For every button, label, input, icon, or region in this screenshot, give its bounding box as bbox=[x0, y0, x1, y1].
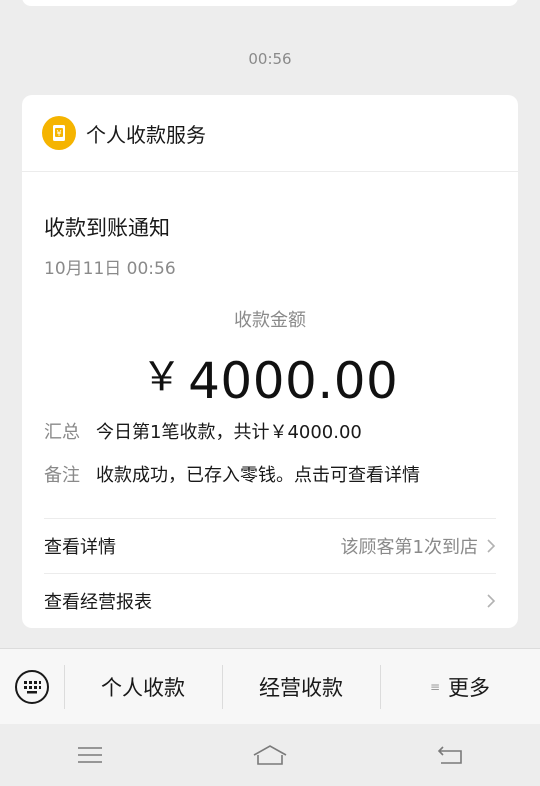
summary-key: 汇总 bbox=[44, 422, 80, 443]
chevron-right-icon bbox=[486, 593, 496, 609]
menu-personal-payment-label: 个人收款 bbox=[101, 676, 185, 700]
wallet-yen-icon: ¥ bbox=[42, 116, 76, 150]
back-icon bbox=[437, 746, 462, 764]
list-icon: ≡ bbox=[429, 680, 441, 694]
menu-personal-payment[interactable]: 个人收款 bbox=[64, 649, 222, 725]
svg-text:¥: ¥ bbox=[56, 129, 61, 138]
note-row: 备注 收款成功，已存入零钱。点击可查看详情 bbox=[44, 461, 420, 487]
note-key: 备注 bbox=[44, 465, 80, 486]
customer-visit-hint: 该顾客第1次到店 bbox=[340, 537, 478, 558]
chevron-right-icon bbox=[486, 538, 496, 554]
system-back-button[interactable] bbox=[420, 735, 480, 775]
currency-symbol: ￥ bbox=[141, 354, 183, 400]
home-icon bbox=[253, 745, 287, 765]
payment-notification-card[interactable]: ¥ 个人收款服务 收款到账通知 10月11日 00:56 收款金额 ￥ 4000.… bbox=[22, 95, 518, 628]
note-value: 收款成功，已存入零钱。点击可查看详情 bbox=[96, 465, 420, 486]
service-name: 个人收款服务 bbox=[86, 122, 206, 147]
system-menu-button[interactable] bbox=[60, 735, 120, 775]
view-report-label: 查看经营报表 bbox=[44, 592, 152, 613]
summary-row: 汇总 今日第1笔收款，共计￥4000.00 bbox=[44, 418, 362, 444]
menu-icon bbox=[78, 747, 102, 763]
amount-number: 4000.00 bbox=[188, 352, 399, 410]
chat-timestamp: 00:56 bbox=[248, 50, 292, 68]
service-menu-bar: 个人收款 经营收款 ≡ 更多 bbox=[0, 648, 540, 725]
card-header[interactable]: ¥ 个人收款服务 bbox=[22, 95, 518, 172]
amount-value: ￥ 4000.00 bbox=[22, 344, 518, 410]
view-report-link[interactable]: 查看经营报表 bbox=[44, 573, 496, 628]
view-details-label: 查看详情 bbox=[44, 537, 116, 558]
keyboard-toggle-button[interactable] bbox=[0, 649, 64, 725]
system-home-button[interactable] bbox=[240, 735, 300, 775]
keyboard-icon bbox=[15, 670, 49, 704]
menu-more-label: 更多 bbox=[448, 676, 491, 700]
summary-value: 今日第1笔收款，共计￥4000.00 bbox=[96, 422, 362, 443]
system-navigation-bar bbox=[0, 724, 540, 786]
notice-title: 收款到账通知 bbox=[44, 216, 170, 240]
menu-business-payment[interactable]: 经营收款 bbox=[222, 649, 380, 725]
menu-business-payment-label: 经营收款 bbox=[259, 676, 343, 700]
previous-message-card[interactable] bbox=[22, 0, 518, 6]
notice-time: 10月11日 00:56 bbox=[44, 259, 176, 279]
amount-label: 收款金额 bbox=[234, 310, 306, 331]
menu-more[interactable]: ≡ 更多 bbox=[380, 649, 540, 725]
view-details-link[interactable]: 查看详情 该顾客第1次到店 bbox=[44, 518, 496, 573]
